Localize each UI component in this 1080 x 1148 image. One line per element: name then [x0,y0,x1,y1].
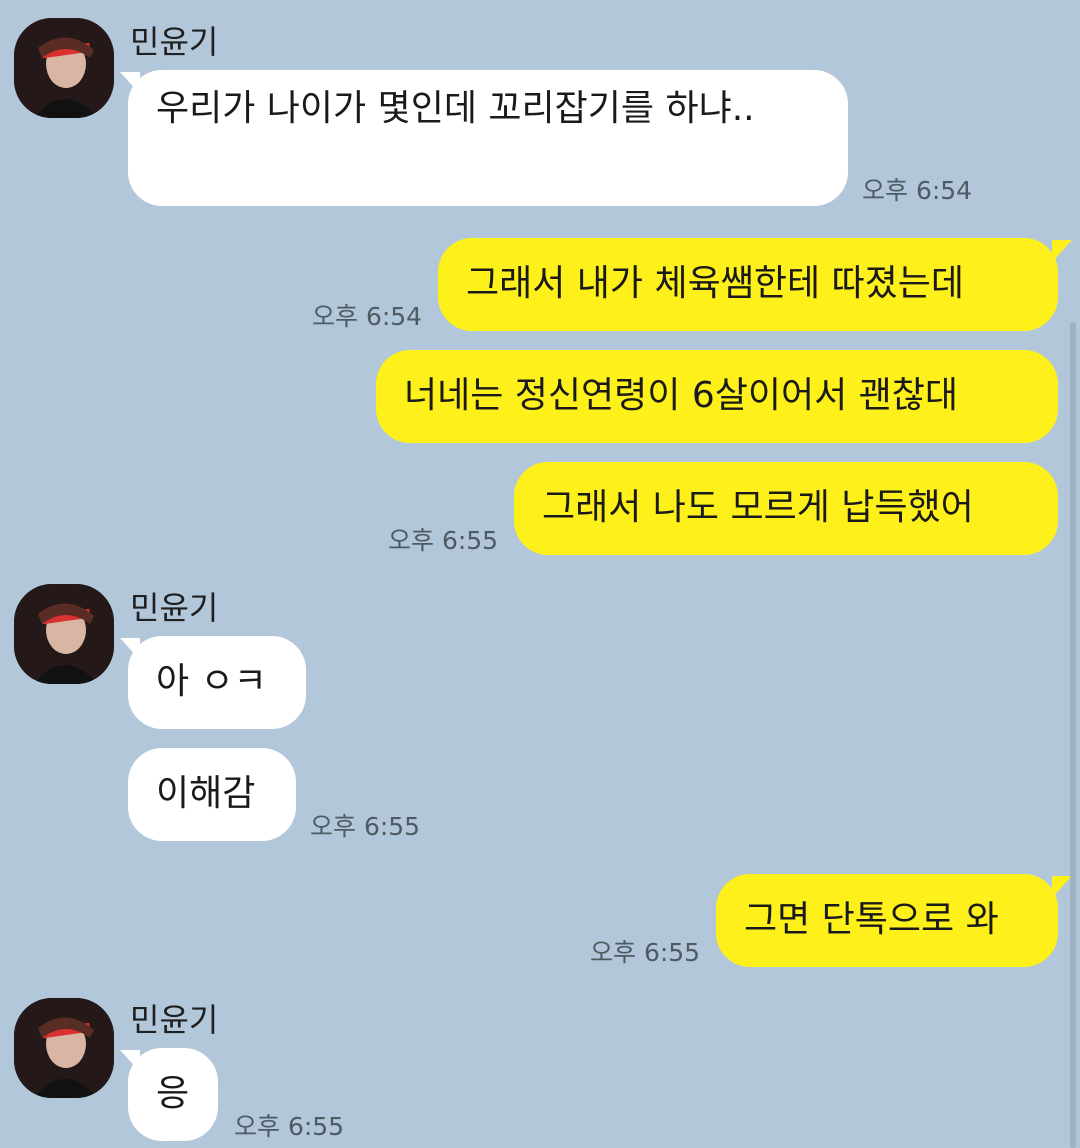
message-bubble[interactable]: 이해감 [128,748,296,841]
sender-avatar[interactable] [14,18,114,118]
message-time: 오후 6:55 [388,526,499,555]
sender-name: 민윤기 [130,23,219,61]
message-text: 너네는 정신연령이 6살이어서 괜찮대 [404,375,959,416]
sender-avatar[interactable] [14,998,114,1098]
message-text: 응 [156,1073,190,1114]
message-time: 오후 6:55 [234,1112,345,1141]
message-time: 오후 6:54 [312,302,423,331]
scrollbar[interactable] [1070,322,1076,1148]
message-time: 오후 6:55 [590,938,701,967]
message-text: 이해감 [156,773,256,814]
message-bubble[interactable]: 너네는 정신연령이 6살이어서 괜찮대 [376,350,1058,443]
message-text: 그면 단톡으로 와 [744,899,999,940]
message-bubble[interactable]: 그면 단톡으로 와 [716,874,1058,967]
message-text: 아 ㅇㅋ [156,661,267,702]
message-bubble[interactable]: 그래서 나도 모르게 납득했어 [514,462,1058,555]
message-time: 오후 6:55 [310,812,421,841]
bubble-tail [1052,876,1072,898]
message-text: 그래서 내가 체육쌤한테 따졌는데 [466,263,965,304]
sender-name: 민윤기 [130,589,219,627]
message-text: 우리가 나이가 몇인데 꼬리잡기를 하냐.. [156,88,755,129]
message-bubble[interactable]: 응 [128,1048,218,1141]
sender-avatar[interactable] [14,584,114,684]
message-time: 오후 6:54 [862,176,973,205]
message-bubble[interactable]: 아 ㅇㅋ [128,636,306,729]
message-bubble[interactable]: 그래서 내가 체육쌤한테 따졌는데 [438,238,1058,331]
sender-name: 민윤기 [130,1001,219,1039]
chat-area[interactable]: 민윤기 우리가 나이가 몇인데 꼬리잡기를 하냐.. 오후 6:54 오후 6:… [0,0,1080,1148]
message-text: 그래서 나도 모르게 납득했어 [542,487,974,528]
bubble-tail [1052,240,1072,262]
message-bubble[interactable]: 우리가 나이가 몇인데 꼬리잡기를 하냐.. [128,70,848,206]
